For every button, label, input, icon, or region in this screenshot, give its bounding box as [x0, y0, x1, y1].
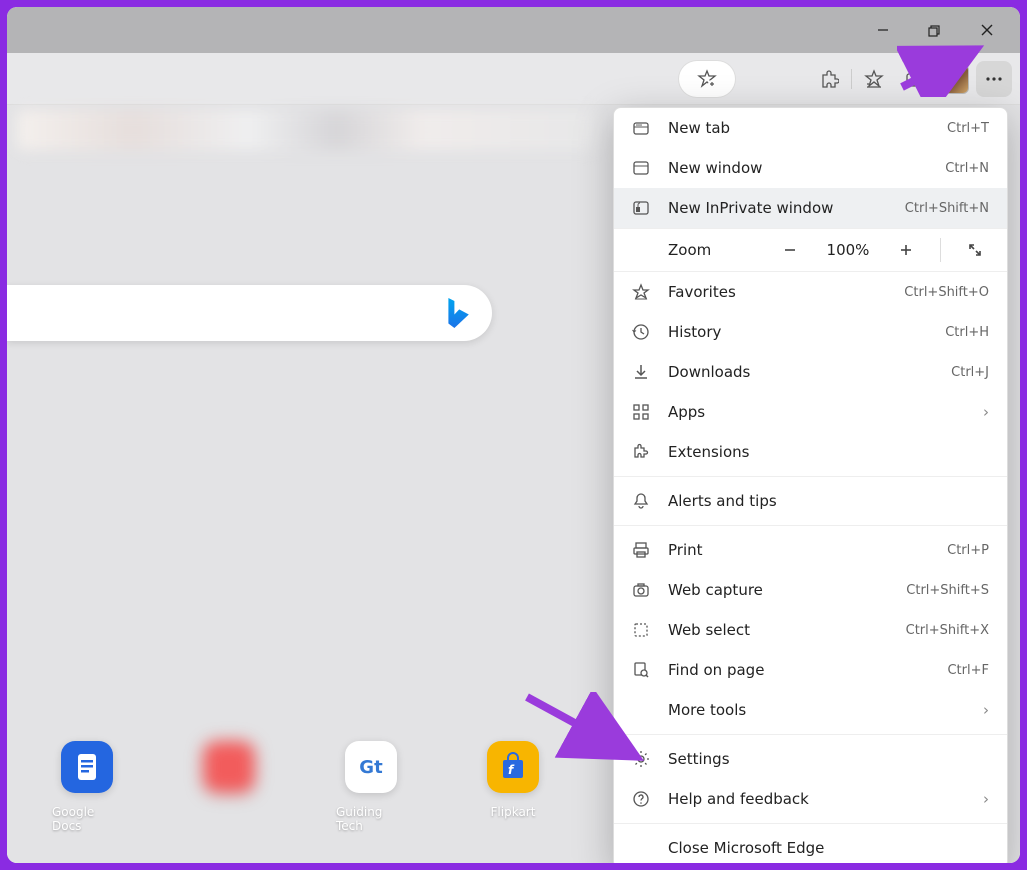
menu-item-alerts-and-tips[interactable]: Alerts and tips — [614, 481, 1007, 521]
puzzle-icon — [630, 443, 652, 461]
quicklink-google-docs[interactable]: Google Docs — [52, 741, 122, 833]
menu-item-new-window[interactable]: New window Ctrl+N — [614, 148, 1007, 188]
browser-window: Google Docs Gt Guiding Tech f Flipkart + — [7, 7, 1020, 863]
search-page-icon — [630, 661, 652, 679]
fullscreen-button[interactable] — [955, 234, 995, 266]
grid-icon — [630, 403, 652, 421]
menu-zoom-row: Zoom 100% — [614, 228, 1007, 272]
address-bar-action-button[interactable] — [679, 61, 735, 97]
quicklink-blurred[interactable] — [194, 741, 264, 805]
help-icon — [630, 790, 652, 808]
toolbar-divider — [851, 69, 852, 89]
favorites-icon[interactable] — [856, 61, 892, 97]
collections-icon[interactable] — [896, 61, 932, 97]
close-button[interactable] — [964, 12, 1010, 48]
profile-avatar[interactable] — [936, 61, 972, 97]
chevron-right-icon: › — [983, 701, 989, 719]
menu-separator — [614, 525, 1007, 526]
quicklink-guiding-tech[interactable]: Gt Guiding Tech — [336, 741, 406, 833]
menu-item-new-tab[interactable]: New tab Ctrl+T — [614, 108, 1007, 148]
quicklink-flipkart[interactable]: f Flipkart — [478, 741, 548, 819]
quick-links-row: Google Docs Gt Guiding Tech f Flipkart + — [52, 741, 690, 833]
menu-item-find-on-page[interactable]: Find on page Ctrl+F — [614, 650, 1007, 690]
minimize-button[interactable] — [860, 12, 906, 48]
zoom-value: 100% — [820, 241, 876, 259]
extensions-icon[interactable] — [811, 61, 847, 97]
settings-and-more-button[interactable] — [976, 61, 1012, 97]
gt-icon: Gt — [345, 741, 397, 793]
gear-icon — [630, 750, 652, 768]
menu-item-downloads[interactable]: Downloads Ctrl+J — [614, 352, 1007, 392]
bell-icon — [630, 492, 652, 510]
chevron-right-icon: › — [983, 790, 989, 808]
bing-icon — [446, 298, 470, 328]
quicklink-label: Flipkart — [491, 805, 536, 819]
zoom-in-button[interactable] — [886, 234, 926, 266]
history-icon — [630, 323, 652, 341]
settings-menu: New tab Ctrl+T New window Ctrl+N New InP… — [613, 107, 1008, 863]
zoom-out-button[interactable] — [770, 234, 810, 266]
new-window-icon — [630, 159, 652, 177]
quicklink-label: Guiding Tech — [336, 805, 406, 833]
print-icon — [630, 541, 652, 559]
menu-item-print[interactable]: Print Ctrl+P — [614, 530, 1007, 570]
blurred-tile-icon — [203, 741, 255, 793]
menu-separator — [614, 734, 1007, 735]
blurred-top-bar — [17, 110, 597, 150]
zoom-label: Zoom — [668, 241, 760, 259]
docs-icon — [61, 741, 113, 793]
menu-item-help-and-feedback[interactable]: Help and feedback › — [614, 779, 1007, 819]
quicklink-label: Google Docs — [52, 805, 122, 833]
menu-item-more-tools[interactable]: More tools › — [614, 690, 1007, 730]
maximize-button[interactable] — [912, 12, 958, 48]
title-bar — [7, 7, 1020, 53]
menu-separator — [614, 823, 1007, 824]
menu-item-settings[interactable]: Settings — [614, 739, 1007, 779]
flipkart-icon: f — [487, 741, 539, 793]
search-bar[interactable] — [7, 285, 492, 341]
menu-item-favorites[interactable]: Favorites Ctrl+Shift+O — [614, 272, 1007, 312]
inprivate-icon — [630, 199, 652, 217]
menu-item-history[interactable]: History Ctrl+H — [614, 312, 1007, 352]
menu-item-close-edge[interactable]: Close Microsoft Edge — [614, 828, 1007, 863]
menu-item-apps[interactable]: Apps › — [614, 392, 1007, 432]
star-icon — [630, 283, 652, 301]
download-icon — [630, 363, 652, 381]
menu-item-extensions[interactable]: Extensions — [614, 432, 1007, 472]
capture-icon — [630, 581, 652, 599]
chevron-right-icon: › — [983, 403, 989, 421]
new-tab-icon — [630, 119, 652, 137]
select-icon — [630, 621, 652, 639]
menu-item-web-capture[interactable]: Web capture Ctrl+Shift+S — [614, 570, 1007, 610]
menu-item-new-inprivate-window[interactable]: New InPrivate window Ctrl+Shift+N — [614, 188, 1007, 228]
browser-toolbar — [7, 53, 1020, 105]
menu-separator — [614, 476, 1007, 477]
menu-item-web-select[interactable]: Web select Ctrl+Shift+X — [614, 610, 1007, 650]
